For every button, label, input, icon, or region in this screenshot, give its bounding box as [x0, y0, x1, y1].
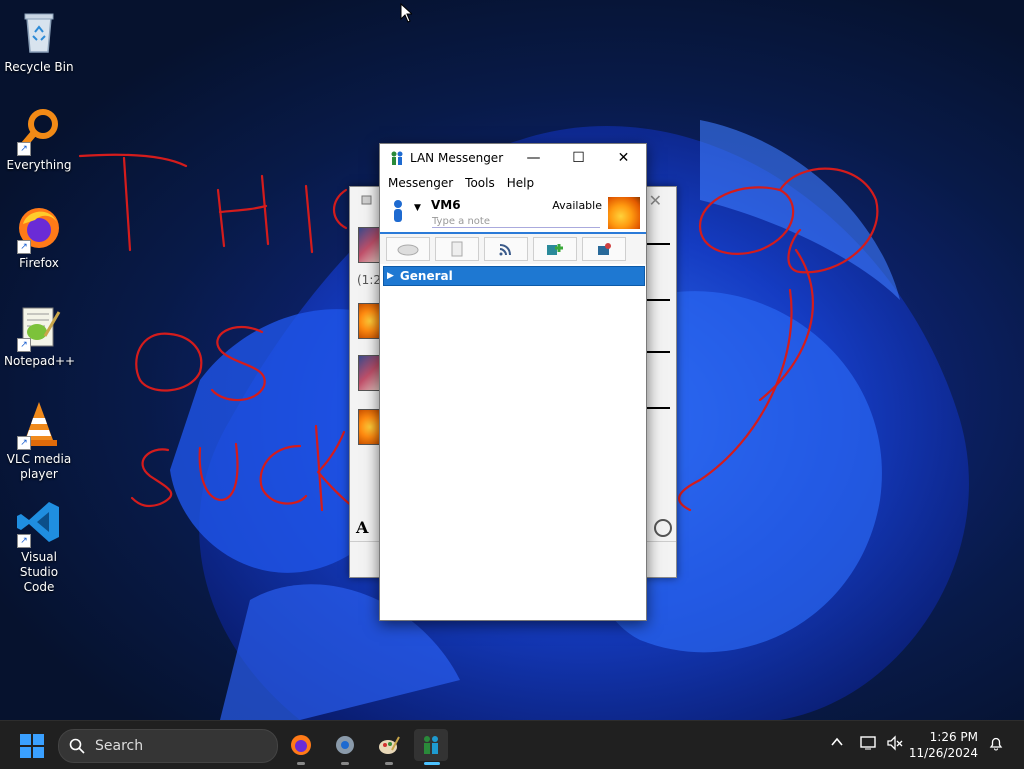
- status-dropdown-icon[interactable]: ▼: [414, 203, 421, 213]
- shortcut-arrow-icon: ↗: [17, 534, 31, 548]
- taskbar-paint[interactable]: [372, 729, 406, 765]
- volume-status[interactable]: [886, 735, 904, 754]
- user-status-icon[interactable]: [392, 199, 404, 223]
- taskbar-settings[interactable]: [328, 729, 362, 765]
- chat-timestamp: (1:2: [357, 273, 381, 287]
- lan-messenger-icon: [424, 736, 438, 754]
- running-indicator: [341, 762, 349, 765]
- taskbar: Search 1:26 PM 11/26/2024: [0, 720, 1024, 769]
- menu-tools[interactable]: Tools: [460, 176, 500, 190]
- menu-bar: Messenger Tools Help: [380, 172, 646, 194]
- bell-icon: [989, 737, 1003, 751]
- running-indicator: [297, 762, 305, 765]
- rss-button[interactable]: [484, 237, 528, 261]
- broadcast-icon: [397, 244, 419, 256]
- start-button[interactable]: [20, 734, 44, 758]
- user-info-panel: ▼ VM6 Available Type a note: [380, 194, 646, 232]
- windows-logo-icon: [20, 734, 31, 745]
- desktop-icon-everything[interactable]: ↗ Everything: [4, 106, 74, 173]
- desktop-icon-vlc[interactable]: ↗ VLC media player: [4, 400, 74, 482]
- taskbar-search[interactable]: Search: [58, 729, 278, 763]
- menu-messenger[interactable]: Messenger: [383, 176, 458, 190]
- recycle-bin-label: Recycle Bin: [4, 60, 74, 74]
- shortcut-arrow-icon: ↗: [17, 142, 31, 156]
- everything-label: Everything: [6, 158, 72, 172]
- settings-gear-icon: [336, 736, 354, 754]
- desktop-icon-vscode[interactable]: ↗ Visual Studio Code: [4, 498, 74, 595]
- title-bar[interactable]: LAN Messenger — ☐ ✕: [380, 144, 646, 172]
- add-contact-button[interactable]: [533, 237, 577, 261]
- expand-arrow-icon[interactable]: ▶: [387, 271, 394, 281]
- file-transfer-icon: [451, 241, 463, 257]
- clock-time: 1:26 PM: [929, 730, 978, 744]
- desktop-icon-recycle-bin[interactable]: Recycle Bin: [4, 8, 74, 75]
- vscode-icon: ↗: [15, 498, 63, 548]
- user-status-text[interactable]: Available: [552, 199, 602, 212]
- menu-help[interactable]: Help: [502, 176, 539, 190]
- mouse-cursor-icon: [400, 3, 412, 23]
- chat-window-app-icon: [361, 195, 372, 205]
- lan-messenger-app-icon: [391, 151, 403, 165]
- desktop-icon-firefox[interactable]: ↗ Firefox: [4, 204, 74, 271]
- history-icon[interactable]: [654, 519, 672, 537]
- shortcut-arrow-icon: ↗: [17, 240, 31, 254]
- notepadpp-icon: ↗: [15, 302, 63, 352]
- search-icon: [69, 738, 85, 754]
- user-name: VM6: [431, 198, 461, 212]
- active-indicator: [424, 762, 440, 765]
- lan-messenger-window[interactable]: LAN Messenger — ☐ ✕ Messenger Tools Help…: [379, 143, 647, 621]
- taskbar-firefox[interactable]: [284, 729, 318, 765]
- shortcut-arrow-icon: ↗: [17, 436, 31, 450]
- vlc-label: VLC media player: [6, 452, 72, 481]
- network-icon: [860, 736, 876, 750]
- firefox-icon: [291, 735, 311, 755]
- font-button[interactable]: A: [356, 518, 368, 537]
- shortcut-arrow-icon: ↗: [17, 338, 31, 352]
- window-title: LAN Messenger: [410, 151, 504, 165]
- clock-date: 11/26/2024: [908, 746, 978, 760]
- group-label: General: [399, 269, 453, 283]
- notifications-button[interactable]: [988, 735, 1004, 754]
- system-clock[interactable]: 1:26 PM 11/26/2024: [909, 729, 978, 761]
- broadcast-button[interactable]: [386, 237, 430, 261]
- rss-icon: [499, 244, 511, 256]
- taskbar-lan-messenger[interactable]: [414, 729, 448, 765]
- show-hidden-icons[interactable]: [830, 735, 844, 752]
- vlc-cone-icon: ↗: [15, 400, 63, 450]
- settings-icon: [598, 243, 611, 255]
- desktop-icon-notepadpp[interactable]: ↗ Notepad++: [4, 302, 76, 369]
- everything-search-icon: ↗: [15, 106, 63, 156]
- add-contact-icon: [547, 244, 563, 255]
- firefox-label: Firefox: [19, 256, 59, 270]
- close-chat-icon[interactable]: ✕: [649, 191, 662, 210]
- vscode-label: Visual Studio Code: [19, 550, 59, 594]
- maximize-button[interactable]: ☐: [556, 144, 601, 172]
- running-indicator: [385, 762, 393, 765]
- paint-palette-icon: [379, 736, 400, 754]
- recycle-bin-icon: [15, 8, 63, 56]
- settings-button[interactable]: [582, 237, 626, 261]
- notepadpp-label: Notepad++: [4, 354, 76, 368]
- close-button[interactable]: ✕: [601, 144, 646, 172]
- user-avatar[interactable]: [608, 197, 640, 229]
- toolbar: [380, 232, 646, 264]
- firefox-icon: ↗: [15, 204, 63, 254]
- network-status[interactable]: [860, 735, 878, 754]
- search-label: Search: [95, 738, 144, 754]
- note-input[interactable]: Type a note: [432, 216, 600, 228]
- minimize-button[interactable]: —: [511, 144, 556, 172]
- chevron-up-icon: [831, 737, 843, 746]
- group-general[interactable]: ▶ General: [383, 266, 645, 286]
- volume-muted-icon: [887, 735, 903, 751]
- file-transfer-button[interactable]: [435, 237, 479, 261]
